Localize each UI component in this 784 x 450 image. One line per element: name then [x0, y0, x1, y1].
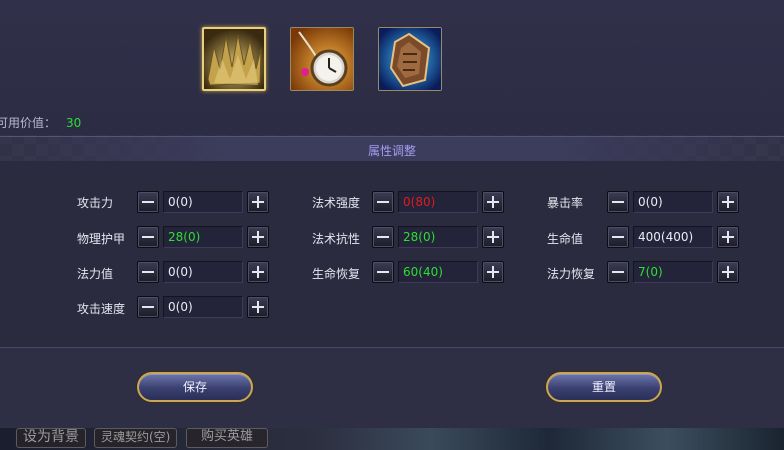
- section-header: 属性调整: [0, 136, 784, 162]
- attack-value-field[interactable]: 0(0): [163, 191, 243, 213]
- spiked-crown-icon: [204, 29, 264, 89]
- available-value: 可用价值： 30: [0, 114, 81, 131]
- armor-minus-button[interactable]: [137, 226, 159, 248]
- attr-label-armor: 物理护甲: [77, 232, 126, 246]
- save-button[interactable]: 保存: [137, 372, 253, 402]
- section-title: 属性调整: [367, 144, 416, 158]
- attr-label-attack: 攻击力: [77, 196, 114, 210]
- attr-label-spell-power: 法术强度: [312, 196, 361, 210]
- attr-label-hp: 生命值: [547, 232, 584, 246]
- attack-plus-button[interactable]: [247, 191, 269, 213]
- crit-rate-value-field[interactable]: 0(0): [633, 191, 713, 213]
- mana-minus-button[interactable]: [137, 261, 159, 283]
- action-bar: [0, 348, 784, 428]
- attack-speed-minus-button[interactable]: [137, 296, 159, 318]
- mana-plus-button[interactable]: [247, 261, 269, 283]
- mana-regen-minus-button[interactable]: [607, 261, 629, 283]
- attr-label-magic-resist: 法术抗性: [312, 232, 361, 246]
- spell-power-minus-button[interactable]: [372, 191, 394, 213]
- hp-plus-button[interactable]: [717, 226, 739, 248]
- magic-resist-plus-button[interactable]: [482, 226, 504, 248]
- armor-plus-button[interactable]: [247, 226, 269, 248]
- buy-hero-button[interactable]: 购买英雄: [186, 428, 269, 448]
- item-slot-1[interactable]: [202, 27, 266, 91]
- rune-shield-icon: [379, 28, 441, 90]
- background-strip: 设为背景 灵魂契约(空) 购买英雄: [0, 428, 784, 450]
- mana-value-field[interactable]: 0(0): [163, 261, 243, 283]
- crit-rate-plus-button[interactable]: [717, 191, 739, 213]
- attribute-panel: [0, 161, 784, 347]
- hp-regen-plus-button[interactable]: [482, 261, 504, 283]
- magic-resist-minus-button[interactable]: [372, 226, 394, 248]
- hp-value-field[interactable]: 400(400): [633, 226, 713, 248]
- reset-button[interactable]: 重置: [546, 372, 662, 402]
- attr-label-hp-regen: 生命恢复: [312, 267, 361, 281]
- spell-power-plus-button[interactable]: [482, 191, 504, 213]
- attack-speed-plus-button[interactable]: [247, 296, 269, 318]
- attack-speed-value-field[interactable]: 0(0): [163, 296, 243, 318]
- available-label: 可用价值：: [0, 116, 57, 130]
- attr-label-attack-speed: 攻击速度: [77, 302, 126, 316]
- soul-contract-button[interactable]: 灵魂契约(空): [94, 428, 178, 448]
- item-slot-2[interactable]: [290, 27, 354, 91]
- hp-minus-button[interactable]: [607, 226, 629, 248]
- armor-value-field[interactable]: 28(0): [163, 226, 243, 248]
- set-background-button[interactable]: 设为背景: [16, 428, 86, 448]
- pocket-watch-icon: [291, 28, 353, 90]
- hp-regen-value-field[interactable]: 60(40): [398, 261, 478, 283]
- available-number: 30: [66, 116, 82, 130]
- attr-label-mana: 法力值: [77, 267, 114, 281]
- magic-resist-value-field[interactable]: 28(0): [398, 226, 478, 248]
- item-slot-3[interactable]: [378, 27, 442, 91]
- hp-regen-minus-button[interactable]: [372, 261, 394, 283]
- spell-power-value-field[interactable]: 0(80): [398, 191, 478, 213]
- attr-label-crit-rate: 暴击率: [547, 196, 584, 210]
- mana-regen-plus-button[interactable]: [717, 261, 739, 283]
- attack-minus-button[interactable]: [137, 191, 159, 213]
- crit-rate-minus-button[interactable]: [607, 191, 629, 213]
- attr-label-mana-regen: 法力恢复: [547, 267, 596, 281]
- mana-regen-value-field[interactable]: 7(0): [633, 261, 713, 283]
